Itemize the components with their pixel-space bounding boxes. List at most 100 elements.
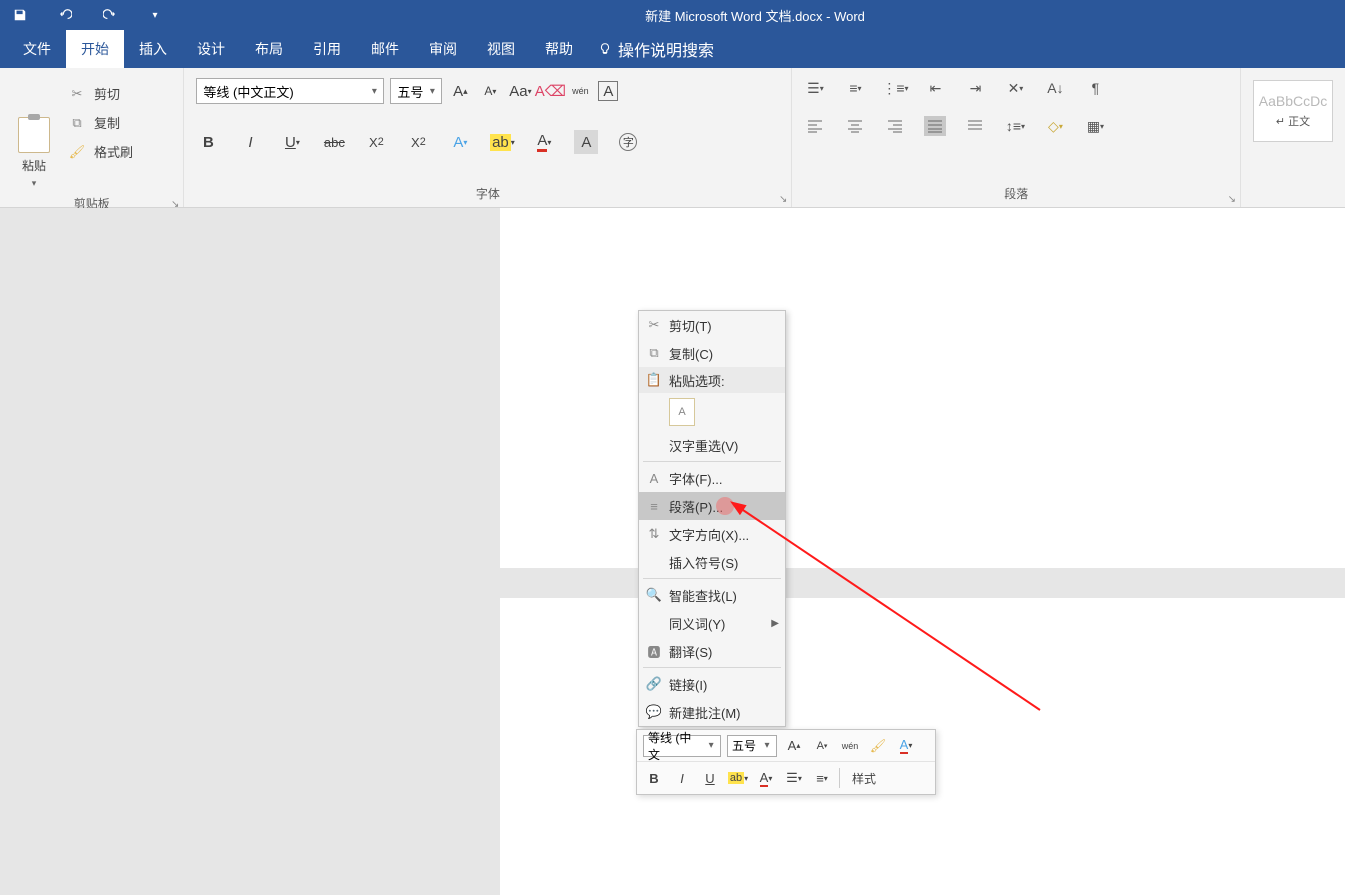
copy-icon: ⧉ xyxy=(68,115,86,131)
cm-link[interactable]: 🔗 链接(I) xyxy=(639,670,785,698)
mini-font-color[interactable]: A▾ xyxy=(895,735,917,757)
text-effects-button[interactable]: A▾ xyxy=(448,130,472,154)
copy-button[interactable]: ⧉ 复制 xyxy=(68,113,133,132)
mini-phonetic[interactable]: wén xyxy=(839,735,861,757)
decrease-font-button[interactable]: A▾ xyxy=(478,79,502,103)
subscript-button[interactable]: X2 xyxy=(364,130,388,154)
paste-button[interactable]: 粘贴 ▾ xyxy=(8,74,60,189)
undo-icon[interactable] xyxy=(55,5,75,25)
font-name-combo[interactable]: 等线 (中文正文) ▾ xyxy=(196,78,384,104)
mini-bold[interactable]: B xyxy=(643,767,665,789)
enclose-char-button[interactable]: 字 xyxy=(616,130,640,154)
tab-review[interactable]: 审阅 xyxy=(414,30,472,68)
tab-file[interactable]: 文件 xyxy=(8,30,66,68)
highlight-button[interactable]: ab▾ xyxy=(490,130,514,154)
superscript-button[interactable]: X2 xyxy=(406,130,430,154)
underline-button[interactable]: U▾ xyxy=(280,130,304,154)
strikethrough-button[interactable]: abc xyxy=(322,130,346,154)
tab-design[interactable]: 设计 xyxy=(182,30,240,68)
mini-italic[interactable]: I xyxy=(671,767,693,789)
borders-button[interactable]: ▦▾ xyxy=(1084,116,1106,136)
bold-button[interactable]: B xyxy=(196,130,220,154)
redo-icon[interactable] xyxy=(100,5,120,25)
align-justify-button[interactable] xyxy=(924,116,946,136)
mini-styles[interactable]: 样式 xyxy=(846,770,882,787)
format-painter-label: 格式刷 xyxy=(94,142,133,161)
cm-paragraph[interactable]: ≡ 段落(P)... xyxy=(639,492,785,520)
phonetic-guide-button[interactable]: wén xyxy=(568,79,592,103)
font-launcher-icon[interactable]: ↘ xyxy=(779,194,787,205)
asian-layout-button[interactable]: ✕▾ xyxy=(1004,78,1026,98)
mini-numbering[interactable]: ≡▾ xyxy=(811,767,833,789)
italic-button[interactable]: I xyxy=(238,130,262,154)
paste-keep-formatting-button[interactable]: A xyxy=(669,398,695,426)
cm-copy[interactable]: ⧉ 复制(C) xyxy=(639,339,785,367)
page-gap xyxy=(500,568,1345,598)
cm-smart-lookup[interactable]: 🔍 智能查找(L) xyxy=(639,581,785,609)
show-marks-button[interactable]: ¶ xyxy=(1084,78,1106,98)
char-shading-button[interactable]: A xyxy=(574,130,598,154)
tab-mail[interactable]: 邮件 xyxy=(356,30,414,68)
mini-decrease-font[interactable]: A▾ xyxy=(811,735,833,757)
font-color-button[interactable]: A▾ xyxy=(532,130,556,154)
paragraph-group-label: 段落 xyxy=(1004,187,1028,201)
font-size-combo[interactable]: 五号 ▾ xyxy=(390,78,442,104)
align-center-button[interactable] xyxy=(844,116,866,136)
cm-synonyms[interactable]: 同义词(Y) ▶ xyxy=(639,609,785,637)
change-case-button[interactable]: Aa▾ xyxy=(508,79,532,103)
line-spacing-button[interactable]: ↕≡▾ xyxy=(1004,116,1026,136)
multilevel-list-button[interactable]: ⋮≡▾ xyxy=(884,78,906,98)
quick-access-toolbar: ▾ xyxy=(0,5,165,25)
mini-size-combo[interactable]: 五号 ▾ xyxy=(727,735,777,757)
font-name-value: 等线 (中文正文) xyxy=(203,82,293,101)
mini-highlight[interactable]: ab▾ xyxy=(727,767,749,789)
cm-text-direction[interactable]: ⇅ 文字方向(X)... xyxy=(639,520,785,548)
tab-help[interactable]: 帮助 xyxy=(530,30,588,68)
save-icon[interactable] xyxy=(10,5,30,25)
qat-dropdown-icon[interactable]: ▾ xyxy=(145,5,165,25)
mini-underline[interactable]: U xyxy=(699,767,721,789)
mini-bullets[interactable]: ☰▾ xyxy=(783,767,805,789)
lightbulb-icon xyxy=(598,42,612,56)
mini-font-color-2[interactable]: A▾ xyxy=(755,767,777,789)
cut-button[interactable]: ✂ 剪切 xyxy=(68,84,133,103)
tab-view[interactable]: 视图 xyxy=(472,30,530,68)
distributed-button[interactable] xyxy=(964,116,986,136)
tab-home[interactable]: 开始 xyxy=(66,30,124,68)
mini-font-combo[interactable]: 等线 (中文 ▾ xyxy=(643,735,721,757)
mini-size-value: 五号 xyxy=(732,737,756,754)
numbering-button[interactable]: ≡▾ xyxy=(844,78,866,98)
tab-insert[interactable]: 插入 xyxy=(124,30,182,68)
group-clipboard: 粘贴 ▾ ✂ 剪切 ⧉ 复制 🖌 格式刷 剪贴板↘ xyxy=(0,68,184,207)
shading-button[interactable]: ◇▾ xyxy=(1044,116,1066,136)
char-border-button[interactable]: A xyxy=(598,81,618,101)
paragraph-launcher-icon[interactable]: ↘ xyxy=(1228,194,1236,205)
format-painter-button[interactable]: 🖌 格式刷 xyxy=(68,142,133,161)
bullets-button[interactable]: ☰▾ xyxy=(804,78,826,98)
decrease-indent-button[interactable]: ⇤ xyxy=(924,78,946,98)
mini-font-value: 等线 (中文 xyxy=(648,729,702,763)
increase-font-button[interactable]: A▴ xyxy=(448,79,472,103)
mini-format-painter[interactable]: 🖌 xyxy=(867,735,889,757)
align-left-button[interactable] xyxy=(804,116,826,136)
tab-references[interactable]: 引用 xyxy=(298,30,356,68)
sort-button[interactable]: A↓ xyxy=(1044,78,1066,98)
align-right-button[interactable] xyxy=(884,116,906,136)
chevron-right-icon: ▶ xyxy=(771,618,779,629)
cm-translate[interactable]: 🅰 翻译(S) xyxy=(639,637,785,665)
paragraph-icon: ≡ xyxy=(645,499,663,514)
mini-increase-font[interactable]: A▴ xyxy=(783,735,805,757)
cm-cut[interactable]: ✂ 剪切(T) xyxy=(639,311,785,339)
style-normal[interactable]: AaBbCcDc ↵ 正文 xyxy=(1253,80,1333,142)
cm-new-comment[interactable]: 💬 新建批注(M) xyxy=(639,698,785,726)
divider xyxy=(839,768,840,788)
clear-format-button[interactable]: A⌫ xyxy=(538,79,562,103)
tell-me-search[interactable]: 操作说明搜索 xyxy=(588,30,724,68)
increase-indent-button[interactable]: ⇥ xyxy=(964,78,986,98)
tab-layout[interactable]: 布局 xyxy=(240,30,298,68)
cm-hanzi-reselect[interactable]: 汉字重选(V) xyxy=(639,431,785,459)
cm-insert-symbol[interactable]: 插入符号(S) xyxy=(639,548,785,576)
cm-paste-options-label: 粘贴选项: xyxy=(669,371,725,390)
cm-synonyms-label: 同义词(Y) xyxy=(669,614,725,633)
cm-font[interactable]: A 字体(F)... xyxy=(639,464,785,492)
